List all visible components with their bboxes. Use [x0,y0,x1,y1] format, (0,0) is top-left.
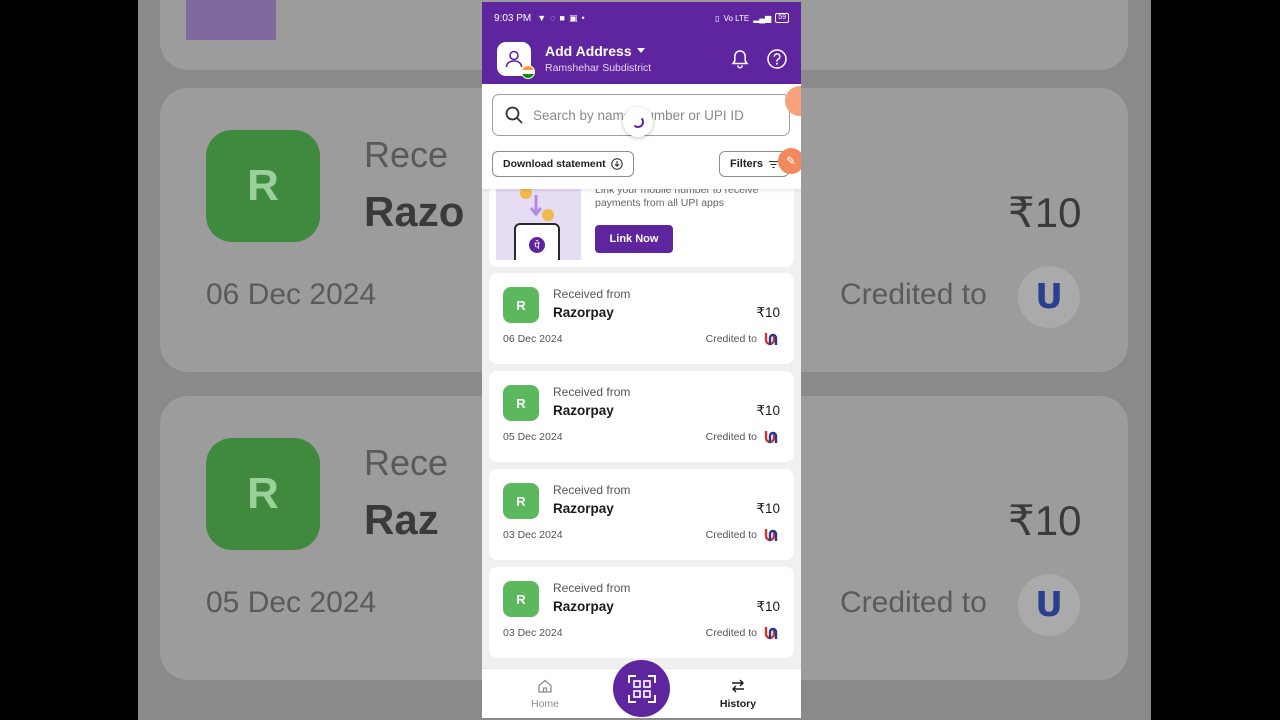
bg-label: Rece [364,134,449,175]
credited-to: Credited to [706,526,780,544]
payer-avatar: R [503,483,539,519]
payer-avatar: R [503,385,539,421]
transaction-amount: ₹10 [756,599,780,614]
bg-promo-fragment [186,0,276,40]
credited-label: Credited to [705,627,757,639]
nav-history-label: History [719,698,757,710]
payer-avatar: R [503,581,539,617]
transaction-card[interactable]: R Received from Razorpay ₹10 05 Dec 2024… [489,371,794,462]
bg-date: 06 Dec 2024 [206,278,377,311]
transaction-date: 05 Dec 2024 [503,431,563,443]
payer-name: Razorpay [553,403,614,418]
search-toolbar: Download statement Filters ✎ [482,84,801,189]
bg-amount: ₹10 [1008,189,1082,236]
download-icon [610,158,623,170]
search-icon [505,106,523,124]
bank-logo-icon: ᑌ [1018,574,1080,636]
add-address-button[interactable]: Add Address [545,43,645,59]
profile-button[interactable] [497,42,535,79]
status-time: 9:03 PM [494,12,532,24]
bank-logo-icon: ᑌ [1018,266,1080,328]
credited-to: Credited to [706,428,780,446]
bg-credited: Credited to [840,278,987,311]
qr-scan-icon [627,674,656,703]
payer-name: Razorpay [553,599,614,614]
transaction-label: Received from [553,287,631,301]
caret-down-icon [636,48,645,53]
phone-screen: 9:03 PM ▼ ◌ ■ ▣ • ▯ Vo LTE ▂▄▆ 59 Add Ad… [482,2,801,718]
nav-home-label: Home [530,698,559,710]
bank-logo-icon [764,627,778,640]
transaction-label: Received from [553,483,631,497]
transaction-card[interactable]: R Received from Razorpay ₹10 06 Dec 2024… [489,273,794,364]
bg-amount: ₹10 [1008,497,1082,544]
transaction-card[interactable]: R Received from Razorpay ₹10 03 Dec 2024… [489,567,794,658]
bank-logo-icon [764,529,778,542]
credited-label: Credited to [705,431,757,443]
help-icon[interactable] [766,48,788,70]
system-icons: ▯ Vo LTE ▂▄▆ 59 [715,13,789,23]
payer-avatar: R [503,287,539,323]
dot-icon: • [581,13,585,23]
india-flag-icon [521,65,535,79]
nav-history[interactable]: History [713,678,763,710]
app-header: Add Address Ramshehar Subdistrict [482,34,801,84]
pencil-icon: ✎ [785,154,797,168]
credited-to: Credited to [706,330,780,348]
bank-logo-icon [764,333,778,346]
credited-to: Credited to [706,624,780,642]
transaction-amount: ₹10 [756,403,780,418]
notification-icons: ▼ ◌ ■ ▣ • [537,13,584,24]
loading-spinner [623,107,653,137]
bg-credited: Credited to [840,586,987,619]
home-icon [538,679,552,693]
address-title: Add Address [545,43,632,59]
nav-home[interactable]: Home [520,678,570,710]
download-statement-button[interactable]: Download statement [492,151,634,177]
edit-bubble-button[interactable]: ✎ [778,148,801,174]
bank-logo-icon [764,431,778,444]
profile-icon [505,50,523,68]
bg-name: Raz [364,496,439,543]
vibrate-icon: ▯ [715,13,720,23]
transaction-date: 06 Dec 2024 [503,333,563,345]
filter-icon [769,160,778,168]
spinner-arc-icon [632,116,644,128]
filters-label: Filters [730,158,764,170]
battery-icon: 59 [775,13,789,23]
status-bar: 9:03 PM ▼ ◌ ■ ▣ • ▯ Vo LTE ▂▄▆ 59 [482,2,801,34]
payer-name: Razorpay [553,305,614,320]
app-icon: ◌ [550,13,556,23]
transaction-label: Received from [553,385,631,399]
bg-date: 05 Dec 2024 [206,586,377,619]
bottom-navigation: Home History [482,660,801,718]
network-label: Vo LTE [723,13,750,23]
transaction-amount: ₹10 [756,305,780,320]
transaction-card[interactable]: R Received from Razorpay ₹10 03 Dec 2024… [489,469,794,560]
bg-label: Rece [364,442,449,483]
transaction-label: Received from [553,581,631,595]
bell-icon[interactable] [731,49,749,69]
download-statement-label: Download statement [503,158,606,170]
transaction-amount: ₹10 [756,501,780,516]
credited-label: Credited to [705,333,757,345]
bg-avatar: R [206,130,320,242]
app-icon: ▼ [537,13,547,23]
credited-label: Credited to [705,529,757,541]
scan-qr-button[interactable] [613,660,670,717]
bg-avatar: R [206,438,320,550]
svg-text:पे: पे [534,240,540,252]
signal-icon: ▂▄▆ [753,13,772,23]
history-arrows-icon [732,679,744,693]
address-subtitle: Ramshehar Subdistrict [545,62,652,74]
transaction-date: 03 Dec 2024 [503,529,563,541]
link-now-button[interactable]: Link Now [595,225,673,253]
bg-name: Razo [364,188,465,235]
app-icon: ▣ [568,12,578,23]
payer-name: Razorpay [553,501,614,516]
app-icon: ■ [559,13,565,23]
transaction-date: 03 Dec 2024 [503,627,563,639]
